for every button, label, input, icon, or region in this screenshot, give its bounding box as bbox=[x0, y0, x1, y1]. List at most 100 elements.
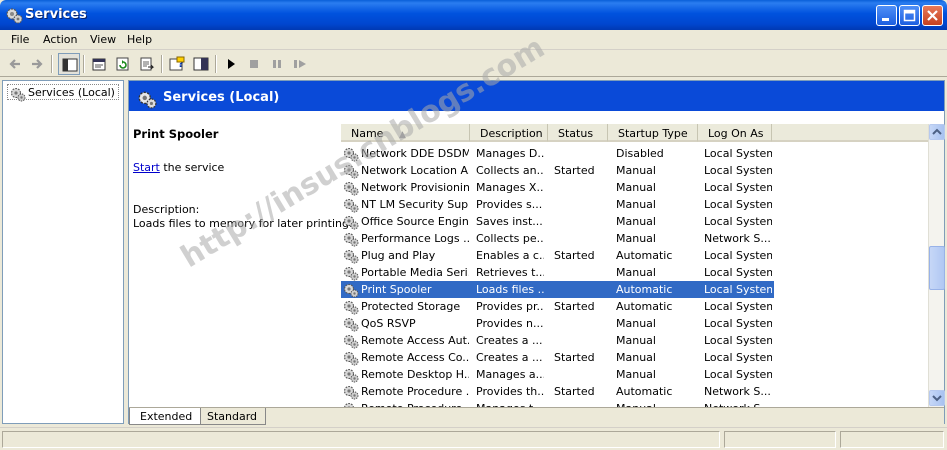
table-row[interactable]: Plug and Play Enables a c... Started Automa… bbox=[341, 247, 774, 264]
menu-action[interactable]: Action bbox=[43, 33, 77, 46]
cell-startup-type: Automatic bbox=[616, 283, 673, 296]
help-icon[interactable]: ? bbox=[166, 53, 188, 75]
tree-item-label: Services (Local) bbox=[28, 86, 115, 99]
cell-startup-type: Automatic bbox=[616, 249, 673, 262]
table-row[interactable]: Performance Logs ... Collects pe... Manual… bbox=[341, 230, 774, 247]
action-pane-icon[interactable] bbox=[190, 53, 212, 75]
table-row[interactable]: QoS RSVP Provides n... Manual Local System bbox=[341, 315, 774, 332]
cell-log-on-as: Local System bbox=[704, 215, 772, 228]
table-row[interactable]: Protected Storage Provides pr... Started Au… bbox=[341, 298, 774, 315]
toolbar-separator bbox=[215, 55, 217, 73]
refresh-icon[interactable] bbox=[112, 53, 134, 75]
column-header-status[interactable]: Status bbox=[548, 124, 608, 142]
status-pane-secondary bbox=[724, 431, 836, 448]
table-row[interactable]: Portable Media Seri... Retrieves t... Manu… bbox=[341, 264, 774, 281]
close-button[interactable] bbox=[922, 5, 943, 26]
column-header-name[interactable]: Name ▲ bbox=[341, 124, 470, 142]
cell-description: Saves inst... bbox=[476, 215, 543, 228]
restart-service-icon[interactable] bbox=[289, 53, 311, 75]
scroll-up-button[interactable] bbox=[929, 124, 945, 140]
cell-log-on-as: Local System bbox=[704, 334, 772, 347]
cell-log-on-as: Local System bbox=[704, 283, 772, 296]
services-list: Name ▲ Description Status Startup Type L… bbox=[341, 124, 928, 407]
table-row[interactable]: Remote Access Co... Creates a ... Started M… bbox=[341, 349, 774, 366]
column-header-startup-type[interactable]: Startup Type bbox=[608, 124, 698, 142]
description-label: Description: bbox=[133, 203, 200, 216]
console-tree: Services (Local) bbox=[2, 80, 124, 424]
table-row[interactable]: Remote Procedure ... Provides th... Starte… bbox=[341, 383, 774, 400]
table-row[interactable]: Network DDE DSDM Manages D... Disabled Loca… bbox=[341, 145, 774, 162]
cell-log-on-as: Local System bbox=[704, 351, 772, 364]
services-header: Services (Local) bbox=[129, 81, 944, 115]
maximize-button[interactable] bbox=[899, 5, 920, 26]
cell-status: Started bbox=[554, 385, 595, 398]
cell-description: Provides pr... bbox=[476, 300, 544, 313]
cell-log-on-as: Network S... bbox=[704, 385, 771, 398]
cell-name: QoS RSVP bbox=[361, 317, 416, 330]
forward-arrow-icon[interactable] bbox=[26, 53, 48, 75]
properties-icon[interactable] bbox=[88, 53, 110, 75]
cell-description: Loads files ... bbox=[476, 283, 544, 296]
cell-log-on-as: Network S... bbox=[704, 232, 771, 245]
cell-name: Performance Logs ... bbox=[361, 232, 469, 245]
vertical-scrollbar[interactable] bbox=[928, 124, 945, 407]
details-pane: Services (Local) Print Spooler Start the… bbox=[128, 80, 945, 425]
cell-status: Started bbox=[554, 300, 595, 313]
cell-startup-type: Manual bbox=[616, 266, 656, 279]
menu-view[interactable]: View bbox=[90, 33, 116, 46]
start-service-icon[interactable] bbox=[220, 53, 242, 75]
scroll-down-button[interactable] bbox=[929, 390, 945, 406]
cell-status: Started bbox=[554, 351, 595, 364]
cell-log-on-as: Local System bbox=[704, 147, 772, 160]
cell-startup-type: Manual bbox=[616, 198, 656, 211]
back-arrow-icon[interactable] bbox=[4, 53, 26, 75]
column-header-log-on-as[interactable]: Log On As bbox=[698, 124, 772, 142]
tab-extended[interactable]: Extended bbox=[129, 408, 202, 425]
cell-description: Provides n... bbox=[476, 317, 544, 330]
start-service-suffix: the service bbox=[159, 161, 225, 174]
table-row[interactable]: Office Source Engine Saves inst... Manual L… bbox=[341, 213, 774, 230]
table-row[interactable]: Remote Desktop H... Manages a... Manual Loc… bbox=[341, 366, 774, 383]
start-service-link[interactable]: Start bbox=[133, 161, 160, 174]
tab-standard[interactable]: Standard bbox=[197, 408, 267, 425]
pause-service-icon[interactable] bbox=[266, 53, 288, 75]
cell-startup-type: Manual bbox=[616, 368, 656, 381]
column-header-filler bbox=[772, 124, 928, 142]
menu-help[interactable]: Help bbox=[127, 33, 152, 46]
stop-service-icon[interactable] bbox=[243, 53, 265, 75]
table-row-selected[interactable]: Print Spooler Loads files ... Automatic Loc… bbox=[341, 281, 774, 298]
table-row[interactable]: Network Provisionin... Manages X... Manual… bbox=[341, 179, 774, 196]
cell-description: Retrieves t... bbox=[476, 266, 544, 279]
cell-startup-type: Manual bbox=[616, 181, 656, 194]
cell-description: Collects pe... bbox=[476, 232, 544, 245]
scroll-thumb[interactable] bbox=[929, 246, 945, 290]
services-gear-icon bbox=[137, 89, 157, 112]
table-row[interactable]: Remote Access Aut... Creates a ... Manual L… bbox=[341, 332, 774, 349]
cell-status: Started bbox=[554, 249, 595, 262]
cell-name: Network Provisionin... bbox=[361, 181, 469, 194]
cell-name: Plug and Play bbox=[361, 249, 436, 262]
table-row[interactable]: Remote Procedure ...Manages t...ManualNe… bbox=[341, 400, 774, 407]
export-list-icon[interactable] bbox=[136, 53, 158, 75]
cell-log-on-as: Local System bbox=[704, 266, 772, 279]
cell-startup-type: Manual bbox=[616, 334, 656, 347]
cell-name: Network Location A... bbox=[361, 164, 469, 177]
minimize-button[interactable] bbox=[876, 5, 897, 26]
cell-name: Remote Access Aut... bbox=[361, 334, 469, 347]
cell-description: Provides s... bbox=[476, 198, 543, 211]
menu-file[interactable]: File bbox=[11, 33, 29, 46]
title-bar[interactable]: Services bbox=[0, 0, 947, 30]
column-header-description[interactable]: Description bbox=[470, 124, 548, 142]
cell-log-on-as: Local System bbox=[704, 368, 772, 381]
status-pane-main bbox=[2, 431, 720, 448]
view-tabs: Extended Standard bbox=[129, 407, 944, 425]
cell-name: Remote Procedure ... bbox=[361, 385, 469, 398]
tree-item-services-local[interactable]: Services (Local) bbox=[7, 84, 119, 102]
show-hide-tree-icon[interactable] bbox=[58, 53, 80, 75]
cell-description: Creates a ... bbox=[476, 334, 543, 347]
cell-startup-type: Disabled bbox=[616, 147, 664, 160]
table-row[interactable]: Network Location A... Collects an... Start… bbox=[341, 162, 774, 179]
table-row[interactable]: NT LM Security Sup... Provides s... Manual… bbox=[341, 196, 774, 213]
selected-service-name: Print Spooler bbox=[133, 127, 219, 141]
toolbar-separator bbox=[83, 55, 85, 73]
